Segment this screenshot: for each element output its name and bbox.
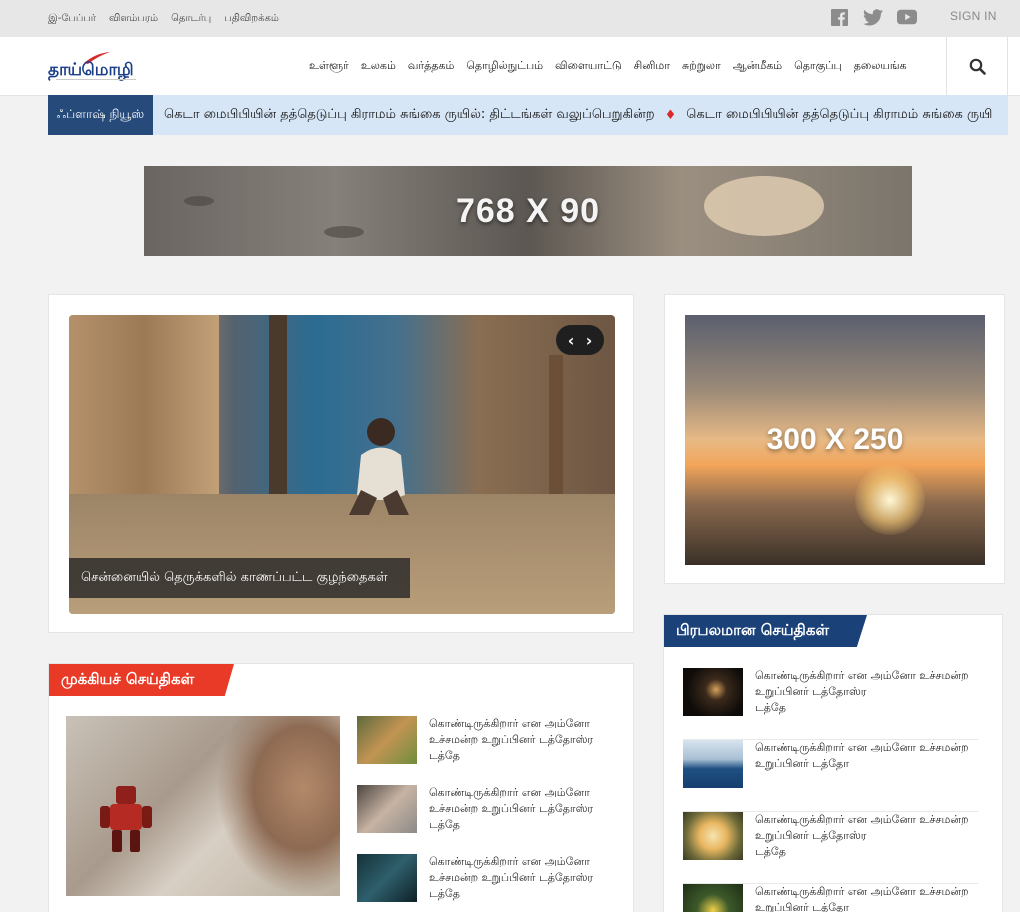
banner-ad[interactable]: 768 X 90 bbox=[144, 166, 912, 256]
important-news-item[interactable]: கொண்டிருக்கிறார் என அம்னோ உச்சமன்ற உறுப்… bbox=[357, 785, 617, 837]
search-icon bbox=[969, 58, 986, 75]
facebook-icon[interactable] bbox=[829, 7, 849, 27]
ticker-item[interactable]: கெடா மைபிபியின் தத்தெடுப்பு கிராமம் சுங்… bbox=[686, 107, 992, 123]
sign-in-link[interactable]: SIGN IN bbox=[950, 9, 997, 23]
logo-tagline-line bbox=[56, 79, 136, 80]
headline-line: டத்தே bbox=[429, 818, 460, 831]
image-decor bbox=[216, 716, 340, 896]
headline-line: உச்சமன்ற உறுப்பினர் டத்தோஸ்ர bbox=[429, 733, 594, 746]
important-news-item[interactable]: கொண்டிருக்கிறார் என அம்னோ உச்சமன்ற உறுப்… bbox=[357, 716, 617, 768]
news-headline[interactable]: கொண்டிருக்கிறார் என அம்னோ உச்சமன்ற உறுப்… bbox=[429, 785, 619, 833]
important-news-item[interactable]: கொண்டிருக்கிறார் என அம்னோ உச்சமன்ற உறுப்… bbox=[357, 854, 617, 906]
news-thumbnail bbox=[683, 812, 743, 860]
headline-line: கொண்டிருக்கிறார் என அம்னோ bbox=[429, 855, 590, 868]
news-thumbnail bbox=[683, 668, 743, 716]
featured-slider-card: ‹ › சென்னையில் தெருக்களில் காணப்பட்ட குழ… bbox=[48, 294, 634, 633]
slide-child-figure bbox=[349, 418, 409, 515]
headline-line: கொண்டிருக்கிறார் என அம்னோ உச்சமன்ற bbox=[755, 813, 969, 826]
popular-news-title: பிரபலமான செய்திகள் bbox=[664, 615, 867, 647]
news-headline[interactable]: கொண்டிருக்கிறார் என அம்னோ உச்சமன்ற உறுப்… bbox=[429, 854, 619, 902]
news-headline[interactable]: கொண்டிருக்கிறார் என அம்னோ உச்சமன்ற உறுப்… bbox=[755, 668, 980, 716]
image-robot-figure bbox=[100, 786, 152, 852]
popular-news-item[interactable]: கொண்டிருக்கிறார் என அம்னோ உச்சமன்ற உறுப்… bbox=[683, 884, 978, 912]
popular-news-item[interactable]: கொண்டிருக்கிறார் என அம்னோ உச்சமன்ற உறுப்… bbox=[683, 812, 978, 884]
headline-line: உறுப்பினர் டத்தோ bbox=[755, 757, 849, 770]
site-header: தாய்மொழி உள்ளூர் உலகம் வர்த்தகம் தொழில்ந… bbox=[0, 37, 1020, 96]
headline-line: கொண்டிருக்கிறார் என அம்னோ உச்சமன்ற bbox=[755, 669, 969, 682]
search-button[interactable] bbox=[946, 37, 1008, 95]
news-thumbnail bbox=[683, 740, 743, 788]
nav-item-sports[interactable]: விளையாட்டு bbox=[555, 59, 622, 74]
top-links: இ-பேப்பர் விளம்பரம் தொடர்பு பதிவிறக்கம் bbox=[48, 0, 279, 37]
side-ad-size-label: 300 X 250 bbox=[766, 423, 904, 456]
featured-slide-image[interactable]: ‹ › சென்னையில் தெருக்களில் காணப்பட்ட குழ… bbox=[69, 315, 615, 614]
ticker-item[interactable]: கெடா மைபிபியின் தத்தெடுப்பு கிராமம் சுங்… bbox=[164, 107, 655, 123]
nav-item-spirituality[interactable]: ஆன்மீகம் bbox=[733, 59, 782, 74]
flash-news-label: ஃப்ளாஷ் நியூஸ் bbox=[48, 95, 153, 135]
nav-item-technology[interactable]: தொழில்நுட்பம் bbox=[466, 59, 543, 74]
nav-item-world[interactable]: உலகம் bbox=[361, 59, 396, 74]
headline-line: உறுப்பினர் டத்தோ bbox=[755, 901, 849, 912]
headline-line: கொண்டிருக்கிறார் என அம்னோ உச்சமன்ற bbox=[755, 885, 969, 898]
nav-item-tourism[interactable]: சுற்றுலா bbox=[682, 59, 721, 74]
news-headline[interactable]: கொண்டிருக்கிறார் என அம்னோ உச்சமன்ற உறுப்… bbox=[755, 812, 980, 860]
popular-news-item[interactable]: கொண்டிருக்கிறார் என அம்னோ உச்சமன்ற உறுப்… bbox=[683, 740, 978, 812]
important-news-main-image[interactable] bbox=[66, 716, 340, 896]
news-headline[interactable]: கொண்டிருக்கிறார் என அம்னோ உச்சமன்ற உறுப்… bbox=[755, 740, 980, 772]
youtube-icon[interactable] bbox=[897, 7, 917, 27]
news-thumbnail bbox=[357, 785, 417, 833]
headline-line: உறுப்பினர் டத்தோஸ்ர bbox=[755, 829, 867, 842]
slider-next-button[interactable]: › bbox=[586, 331, 593, 350]
side-ad-card: 300 X 250 bbox=[664, 294, 1005, 584]
news-headline[interactable]: கொண்டிருக்கிறார் என அம்னோ உச்சமன்ற உறுப்… bbox=[755, 884, 980, 912]
important-news-title: முக்கியச் செய்திகள் bbox=[49, 664, 234, 696]
top-bar: இ-பேப்பர் விளம்பரம் தொடர்பு பதிவிறக்கம் … bbox=[0, 0, 1020, 37]
important-news-section: முக்கியச் செய்திகள் கொண்டிருக்கிறார் என … bbox=[48, 663, 634, 912]
slide-caption[interactable]: சென்னையில் தெருக்களில் காணப்பட்ட குழந்தை… bbox=[69, 558, 410, 598]
headline-line: டத்தே bbox=[429, 749, 460, 762]
nav-item-collection[interactable]: தொகுப்பு bbox=[794, 59, 842, 74]
twitter-icon[interactable] bbox=[863, 7, 883, 27]
popular-news-section: பிரபலமான செய்திகள் கொண்டிருக்கிறார் என அ… bbox=[663, 614, 1003, 912]
news-headline[interactable]: கொண்டிருக்கிறார் என அம்னோ உச்சமன்ற உறுப்… bbox=[429, 716, 619, 764]
social-icons bbox=[829, 7, 917, 27]
nav-item-editorial[interactable]: தலையங்க bbox=[854, 59, 907, 74]
nav-item-cinema[interactable]: சினிமா bbox=[634, 59, 670, 74]
news-thumbnail bbox=[357, 716, 417, 764]
slider-prev-button[interactable]: ‹ bbox=[568, 331, 575, 350]
headline-line: உச்சமன்ற உறுப்பினர் டத்தோஸ்ர bbox=[429, 871, 594, 884]
side-ad[interactable]: 300 X 250 bbox=[685, 315, 985, 565]
headline-line: டத்தே bbox=[755, 845, 786, 858]
headline-line: உச்சமன்ற உறுப்பினர் டத்தோஸ்ர bbox=[429, 802, 594, 815]
main-nav: உள்ளூர் உலகம் வர்த்தகம் தொழில்நுட்பம் வி… bbox=[309, 37, 907, 95]
site-logo[interactable]: தாய்மொழி bbox=[48, 51, 148, 83]
ticker-separator-icon: ♦ bbox=[664, 107, 677, 123]
headline-line: டத்தே bbox=[755, 701, 786, 714]
banner-ad-size-label: 768 X 90 bbox=[455, 191, 601, 230]
top-link-contact[interactable]: தொடர்பு bbox=[171, 13, 211, 25]
slider-arrows: ‹ › bbox=[556, 325, 604, 355]
nav-item-local[interactable]: உள்ளூர் bbox=[309, 59, 349, 74]
nav-item-business[interactable]: வர்த்தகம் bbox=[408, 59, 455, 74]
news-thumbnail bbox=[357, 854, 417, 902]
popular-news-item[interactable]: கொண்டிருக்கிறார் என அம்னோ உச்சமன்ற உறுப்… bbox=[683, 668, 978, 740]
headline-line: கொண்டிருக்கிறார் என அம்னோ bbox=[429, 717, 590, 730]
top-link-epaper[interactable]: இ-பேப்பர் bbox=[48, 13, 96, 25]
news-thumbnail bbox=[683, 884, 743, 912]
flash-news-bar: ஃப்ளாஷ் நியூஸ் கெடா மைபிபியின் தத்தெடுப்… bbox=[48, 95, 1008, 135]
headline-line: கொண்டிருக்கிறார் என அம்னோ உச்சமன்ற bbox=[755, 741, 969, 754]
headline-line: கொண்டிருக்கிறார் என அம்னோ bbox=[429, 786, 590, 799]
top-link-download[interactable]: பதிவிறக்கம் bbox=[224, 13, 279, 25]
flash-news-ticker: கெடா மைபிபியின் தத்தெடுப்பு கிராமம் சுங்… bbox=[164, 95, 992, 135]
headline-line: உறுப்பினர் டத்தோஸ்ர bbox=[755, 685, 867, 698]
headline-line: டத்தே bbox=[429, 887, 460, 900]
top-link-advertise[interactable]: விளம்பரம் bbox=[109, 13, 158, 25]
